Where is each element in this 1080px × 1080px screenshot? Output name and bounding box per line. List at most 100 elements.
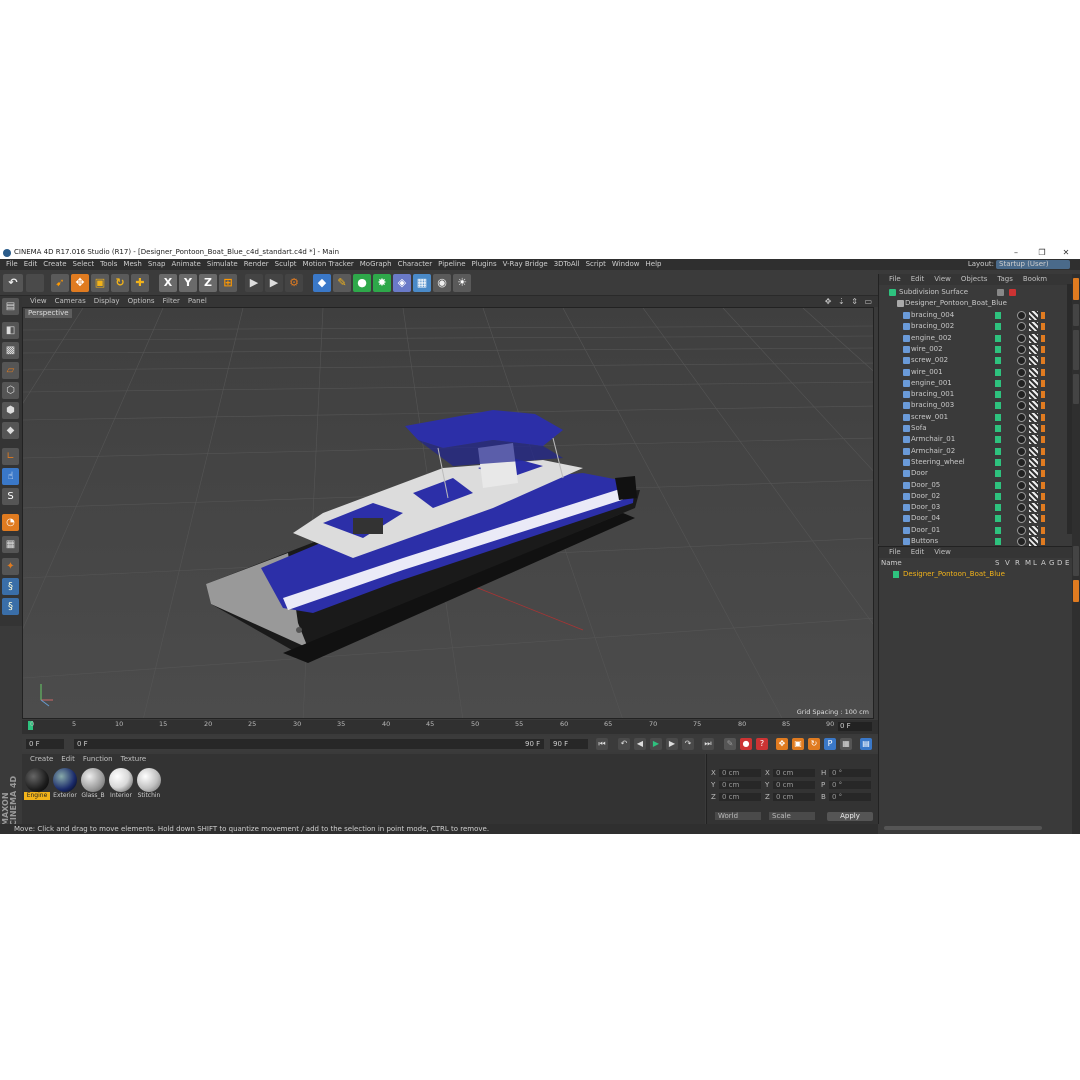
texture-tag-icon[interactable] (1029, 457, 1038, 467)
object-row[interactable]: Door_04 (879, 513, 1065, 524)
material-tag-icon[interactable] (1017, 514, 1026, 524)
keyframe-selection-icon[interactable]: ? (756, 738, 768, 750)
material-menu-create[interactable]: Create (30, 755, 53, 763)
om-menu-edit[interactable]: Edit (911, 275, 925, 283)
tab-takes[interactable] (1073, 304, 1079, 326)
object-row[interactable]: wire_001 (879, 367, 1065, 378)
menu-simulate[interactable]: Simulate (207, 259, 238, 270)
preview-range-slider[interactable]: 0 F (74, 739, 544, 749)
size-x-field[interactable]: 0 cm (773, 769, 815, 777)
render-picture-viewer-icon[interactable]: ▶ (265, 274, 283, 292)
tab-layers[interactable] (1073, 580, 1079, 602)
menu-character[interactable]: Character (398, 259, 433, 270)
uv-tag-icon[interactable] (1041, 323, 1045, 331)
uv-tag-icon[interactable] (1041, 425, 1045, 432)
position-x-field[interactable]: 0 cm (719, 769, 761, 777)
undo-icon[interactable]: ↶ (3, 274, 23, 292)
material-tag-icon[interactable] (1017, 344, 1026, 354)
solo-icon[interactable]: ◔ (2, 514, 19, 531)
timeline-ruler[interactable]: 0 5 10 15 20 25 30 35 40 45 50 55 60 65 … (22, 720, 878, 734)
texture-mode-icon[interactable]: ▩ (2, 342, 19, 359)
menu-animate[interactable]: Animate (171, 259, 200, 270)
tab-content-browser[interactable] (1073, 330, 1079, 370)
prev-key-icon[interactable]: ↶ (618, 738, 630, 750)
python-script-icon[interactable]: § (2, 598, 19, 615)
om-menu-view[interactable]: View (934, 275, 951, 283)
material-tag-icon[interactable] (1017, 356, 1026, 366)
material-menu-function[interactable]: Function (83, 755, 113, 763)
uv-tag-icon[interactable] (1041, 379, 1045, 387)
rotate-icon[interactable]: ↻ (111, 274, 129, 292)
object-row[interactable]: engine_001 (879, 378, 1065, 389)
object-row[interactable]: bracing_002 (879, 321, 1065, 332)
redo-icon[interactable] (26, 274, 44, 292)
om-menu-file[interactable]: File (889, 275, 901, 283)
texture-tag-icon[interactable] (1029, 446, 1038, 456)
texture-tag-icon[interactable] (1029, 469, 1038, 479)
uv-tag-icon[interactable] (1041, 504, 1045, 512)
spline-pen-icon[interactable]: ✎ (333, 274, 351, 292)
object-row[interactable]: bracing_004 (879, 310, 1065, 321)
menu-edit[interactable]: Edit (24, 259, 38, 270)
texture-tag-icon[interactable] (1029, 367, 1038, 377)
uv-tag-icon[interactable] (1041, 470, 1045, 478)
tweak-mode-icon[interactable]: ☝ (2, 468, 19, 485)
texture-tag-icon[interactable] (1029, 311, 1038, 320)
texture-tag-icon[interactable] (1029, 390, 1038, 400)
texture-tag-icon[interactable] (1029, 424, 1038, 433)
uv-tag-icon[interactable] (1041, 458, 1045, 466)
material-tag-icon[interactable] (1017, 469, 1026, 479)
texture-tag-icon[interactable] (1029, 356, 1038, 366)
material-glass[interactable]: Glass_B (80, 768, 106, 802)
goto-start-icon[interactable]: ⏮ (596, 738, 608, 750)
key-position-icon[interactable]: ✥ (776, 738, 788, 750)
object-row[interactable]: Sofa (879, 423, 1065, 434)
texture-tag-icon[interactable] (1029, 537, 1038, 546)
menu-script[interactable]: Script (586, 259, 606, 270)
tab-attributes[interactable] (1073, 546, 1079, 576)
cube-primitive-icon[interactable]: ◆ (313, 274, 331, 292)
cloner-icon[interactable]: ✸ (373, 274, 391, 292)
material-tag-icon[interactable] (1017, 401, 1026, 411)
menu-render[interactable]: Render (244, 259, 269, 270)
uv-tag-icon[interactable] (1041, 526, 1045, 534)
z-axis-button[interactable]: Z (199, 274, 217, 292)
material-tag-icon[interactable] (1017, 503, 1026, 513)
uv-tag-icon[interactable] (1041, 345, 1045, 353)
transform-icon[interactable]: ✚ (131, 274, 149, 292)
snap-icon[interactable]: S (2, 488, 19, 505)
deformer-icon[interactable]: ◈ (393, 274, 411, 292)
menu-mesh[interactable]: Mesh (123, 259, 141, 270)
viewport-camera-label[interactable]: Perspective (25, 309, 72, 318)
object-row[interactable]: Door_05 (879, 480, 1065, 491)
maximize-button[interactable]: ❐ (1030, 246, 1054, 259)
object-row[interactable]: Door_03 (879, 502, 1065, 513)
texture-tag-icon[interactable] (1029, 514, 1038, 524)
uv-tag-icon[interactable] (1041, 413, 1045, 421)
material-tag-icon[interactable] (1017, 435, 1026, 445)
object-row[interactable]: Door_01 (879, 525, 1065, 536)
point-mode-icon[interactable]: ⬡ (2, 382, 19, 399)
menu-select[interactable]: Select (73, 259, 95, 270)
texture-tag-icon[interactable] (1029, 480, 1038, 490)
menu-mograph[interactable]: MoGraph (360, 259, 392, 270)
axis-mode-icon[interactable]: ∟ (2, 448, 19, 465)
material-tag-icon[interactable] (1017, 311, 1026, 320)
texture-tag-icon[interactable] (1029, 333, 1038, 343)
viewport-menu-filter[interactable]: Filter (163, 296, 180, 307)
material-tag-icon[interactable] (1017, 491, 1026, 501)
layer-row[interactable]: Designer_Pontoon_Boat_Blue (881, 569, 1071, 579)
material-tag-icon[interactable] (1017, 457, 1026, 467)
live-selection-icon[interactable]: ➹ (51, 274, 69, 292)
viewport-menu-view[interactable]: View (30, 296, 47, 307)
menu-help[interactable]: Help (646, 259, 662, 270)
grid-lock-icon[interactable]: ▦ (2, 536, 19, 553)
material-tag-icon[interactable] (1017, 378, 1026, 388)
key-scale-icon[interactable]: ▣ (792, 738, 804, 750)
viewport-nav-icons[interactable]: ✥ ⇣ ⇕ ▭ (825, 296, 874, 307)
uv-tag-icon[interactable] (1041, 334, 1045, 342)
model-mode-icon[interactable]: ◧ (2, 322, 19, 339)
om-menu-objects[interactable]: Objects (961, 275, 987, 283)
edge-mode-icon[interactable]: ⬢ (2, 402, 19, 419)
close-button[interactable]: ✕ (1054, 246, 1078, 259)
